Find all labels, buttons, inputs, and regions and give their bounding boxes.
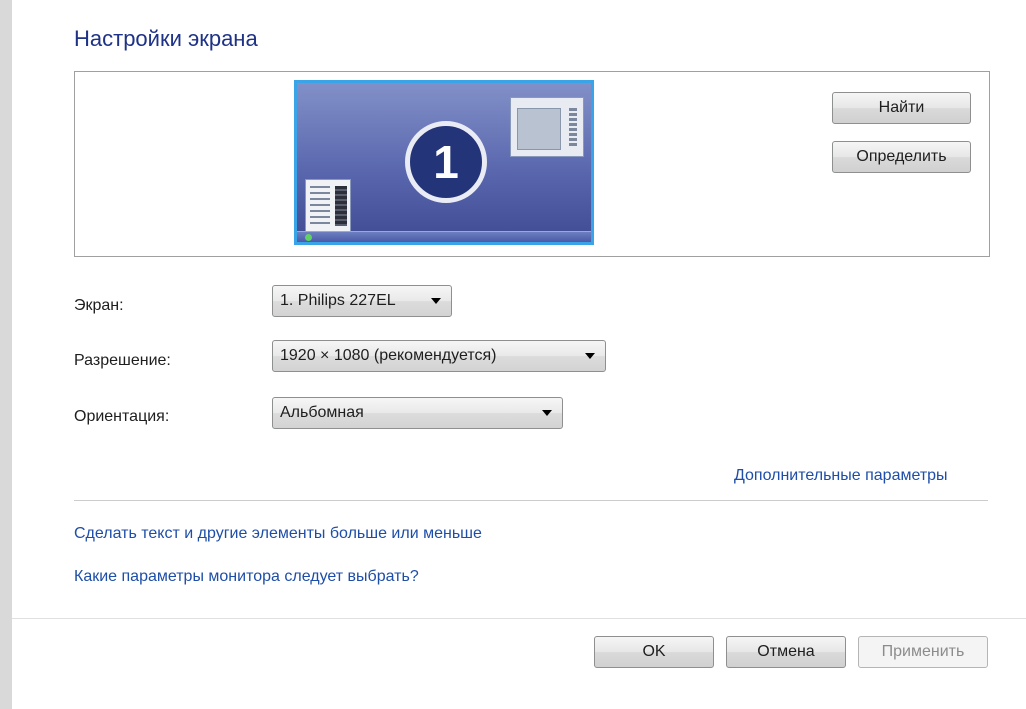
monitor-preview-area: 1 Найти Определить: [74, 71, 990, 257]
orientation-select[interactable]: Альбомная: [272, 397, 563, 429]
ok-button[interactable]: OK: [594, 636, 714, 668]
monitor-1-thumbnail[interactable]: 1: [294, 80, 594, 245]
dropdown-arrow-icon: [431, 298, 441, 304]
page-title: Настройки экрана: [74, 26, 258, 51]
display-settings-window: Настройки экрана 1 Найти Определить Экра…: [12, 0, 1026, 709]
start-orb-icon: [305, 234, 312, 241]
divider: [74, 500, 988, 501]
dropdown-arrow-icon: [542, 410, 552, 416]
dropdown-arrow-icon: [585, 353, 595, 359]
which-settings-link[interactable]: Какие параметры монитора следует выбрать…: [74, 568, 419, 586]
cancel-button[interactable]: Отмена: [726, 636, 846, 668]
display-label: Экран:: [74, 297, 124, 314]
resolution-label: Разрешение:: [74, 352, 171, 369]
display-select[interactable]: 1. Philips 227EL: [272, 285, 452, 317]
orientation-select-value: Альбомная: [280, 404, 364, 421]
find-button[interactable]: Найти: [832, 92, 971, 124]
window-thumbnail-icon: [510, 97, 584, 157]
footer-divider: [12, 618, 1026, 619]
advanced-settings-link[interactable]: Дополнительные параметры: [734, 467, 948, 485]
taskbar-thumbnail: [297, 231, 591, 242]
monitor-number-badge: 1: [405, 121, 487, 203]
identify-button[interactable]: Определить: [832, 141, 971, 173]
resolution-select[interactable]: 1920 × 1080 (рекомендуется): [272, 340, 606, 372]
orientation-label: Ориентация:: [74, 408, 170, 425]
text-size-link[interactable]: Сделать текст и другие элементы больше и…: [74, 525, 482, 543]
window-thumbnail-small-icon: [305, 179, 351, 233]
resolution-select-value: 1920 × 1080 (рекомендуется): [280, 347, 497, 364]
display-select-value: 1. Philips 227EL: [280, 292, 396, 309]
apply-button[interactable]: Применить: [858, 636, 988, 668]
